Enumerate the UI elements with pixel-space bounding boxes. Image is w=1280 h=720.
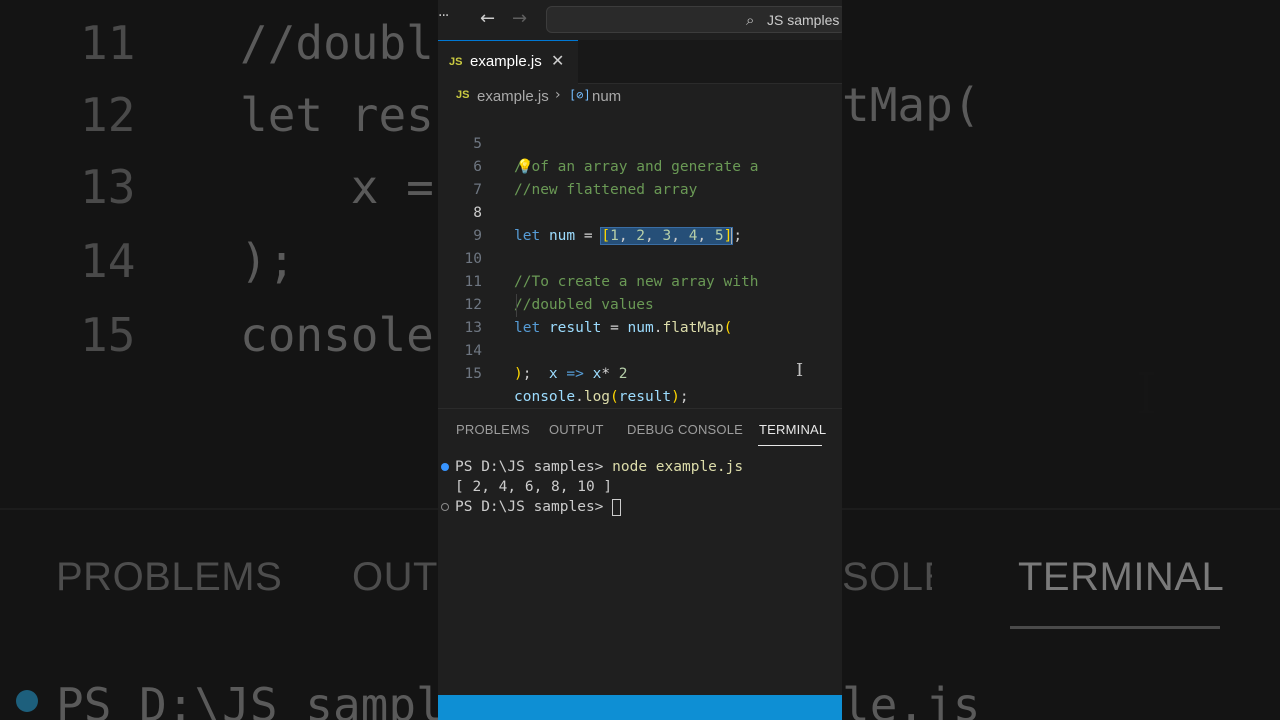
tab-terminal[interactable]: TERMINAL [759, 422, 826, 437]
back-arrow-icon[interactable]: ← [480, 8, 495, 29]
breadcrumb-symbol[interactable]: num [592, 88, 621, 105]
code-editor[interactable]: 5 //of an array and generate a 6 //new f… [438, 110, 842, 408]
variable-icon: [⊘] [569, 88, 591, 102]
background-code: 11//doubl 12 let res 13 x = 14); 15 consol… [80, 16, 434, 362]
editor-window: ··· ← → ⌕ JS samples JS example.js ✕ JS … [438, 0, 842, 720]
editor-tab-bar: JS example.js ✕ [438, 40, 842, 84]
code-line: 6 //new flattened array [438, 133, 842, 198]
chevron-right-icon: › [555, 87, 561, 103]
tab-debug-console[interactable]: DEBUG CONSOLE [627, 422, 743, 437]
indent-guide [516, 294, 517, 317]
title-bar: ··· ← → ⌕ JS samples [438, 0, 842, 40]
bg-status-dot-icon [16, 690, 38, 712]
code-line: 5 //of an array and generate a [438, 110, 842, 175]
close-icon[interactable]: ✕ [551, 51, 564, 70]
code-line: 7 💡 [438, 156, 842, 198]
command-pending-dot-icon[interactable] [441, 503, 449, 511]
code-line: 9 [438, 202, 842, 244]
terminal-line: PS D:\JS samples> node example.js [455, 459, 744, 475]
background-code-right: tMap( [842, 78, 981, 132]
tab-example-js[interactable]: JS example.js ✕ [438, 40, 578, 84]
js-file-icon: JS [449, 56, 463, 68]
command-center-search[interactable]: ⌕ JS samples [546, 6, 842, 33]
bg-tab-terminal: TERMINAL [1018, 555, 1225, 599]
bg-tab-problems: PROBLEMS [56, 555, 283, 599]
code-line: 13 x => x* 2 [438, 294, 842, 382]
line-number: 15 [464, 366, 482, 382]
more-icon[interactable]: ··· [438, 8, 449, 24]
mouse-ibeam-icon: I [796, 360, 804, 381]
breadcrumb: JS example.js › [⊘] num [438, 85, 842, 109]
lightbulb-icon[interactable]: 💡 [516, 156, 533, 179]
bottom-panel: PROBLEMS OUTPUT DEBUG CONSOLE TERMINAL P… [438, 408, 842, 695]
command-success-dot-icon[interactable] [441, 463, 449, 471]
breadcrumb-file[interactable]: example.js [477, 88, 549, 105]
forward-arrow-icon[interactable]: → [512, 8, 527, 29]
code-line: 11 //doubled values [438, 248, 842, 313]
tab-output[interactable]: OUTPUT [549, 422, 604, 437]
code-line: 12 let result = num.flatMap( [438, 271, 842, 336]
bg-tab-underline [1010, 626, 1220, 629]
js-file-icon: JS [456, 89, 470, 101]
code-line: 14 ); [438, 317, 842, 382]
code-line: 15 console.log(result); [438, 340, 842, 405]
terminal-output: [ 2, 4, 6, 8, 10 ] [455, 479, 613, 495]
bg-tab-output: OUTI [352, 555, 438, 599]
bg-ibeam-icon: I [1135, 362, 1158, 427]
status-bar [438, 695, 842, 720]
code-line-current: 8 let num = [1, 2, 3, 4, 5]; [438, 179, 842, 245]
bg-tab-debug: SOLE [842, 555, 932, 599]
code-line: 10 //To create a new array with [438, 225, 842, 290]
bg-terminal-right: le.js [842, 678, 981, 720]
search-icon: ⌕ [746, 11, 755, 29]
bg-terminal-left: PS D:\JS sampl [56, 678, 438, 720]
terminal-cursor [612, 498, 622, 516]
terminal-line: PS D:\JS samples> [455, 497, 622, 517]
tab-label: example.js [470, 53, 542, 70]
tab-problems[interactable]: PROBLEMS [456, 422, 530, 437]
search-label: JS samples [767, 12, 840, 28]
active-tab-indicator [758, 445, 822, 446]
